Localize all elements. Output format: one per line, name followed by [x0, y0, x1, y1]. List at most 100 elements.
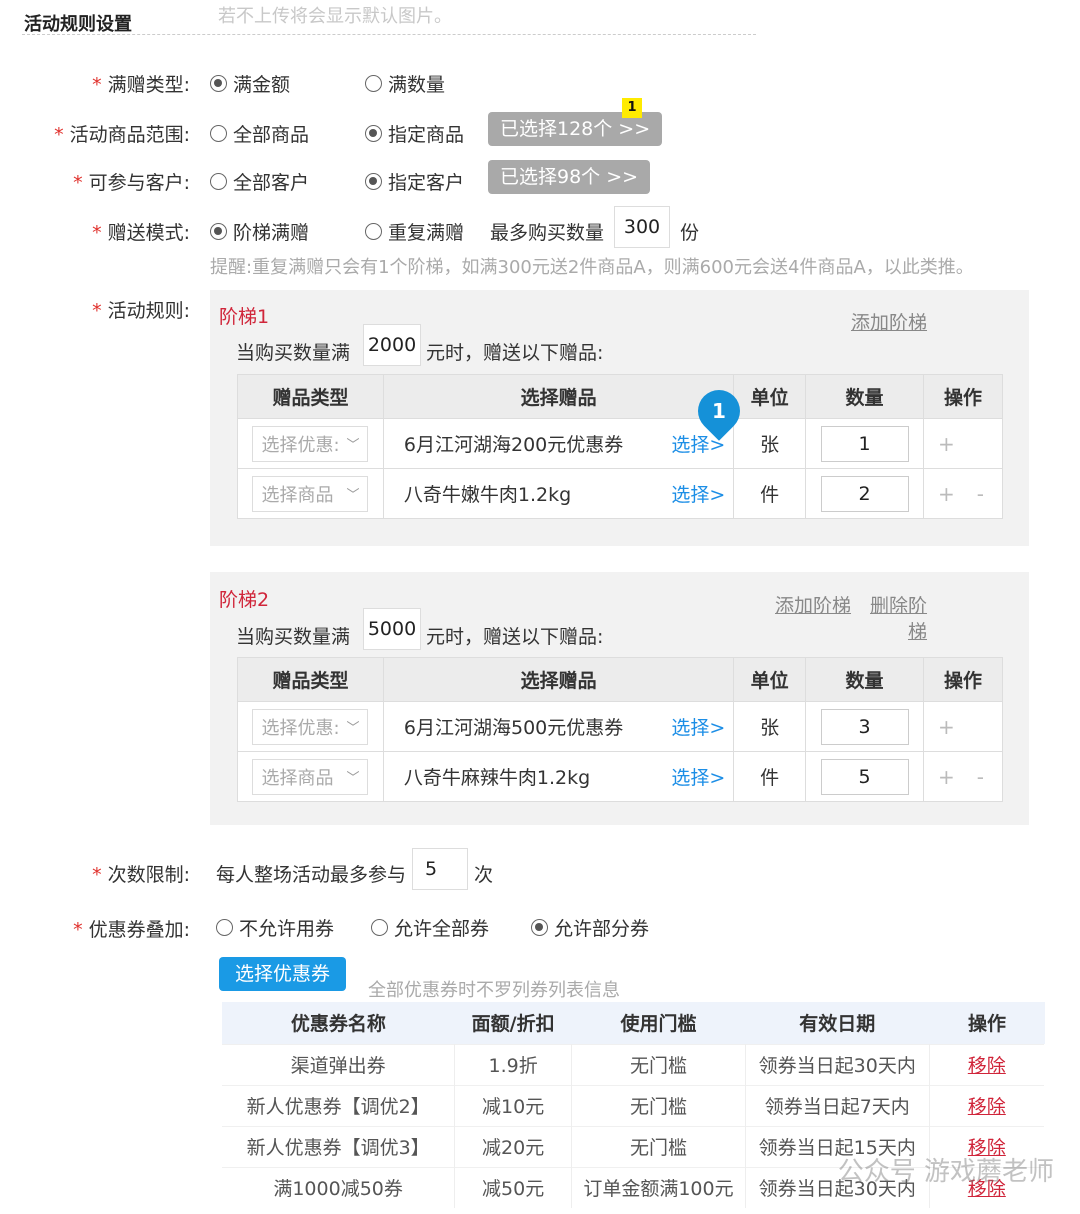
remove-row-icon[interactable]: -: [977, 765, 984, 789]
product-scope-label: * 活动商品范围:: [54, 124, 190, 146]
gift-name: 八奇牛嫩牛肉1.2kg: [403, 484, 572, 506]
col-coupon-threshold: 使用门槛: [571, 1002, 746, 1044]
col-ops: 操作: [923, 657, 1003, 702]
gift-table: 赠品类型 选择赠品 单位 数量 操作 选择优惠: ﹀ 6月江河湖海200元优惠券选…: [237, 374, 1003, 519]
choose-gift-link[interactable]: 选择>: [671, 713, 725, 740]
gift-table: 赠品类型 选择赠品 单位 数量 操作 选择优惠: ﹀ 6月江河湖海500元优惠券选…: [237, 657, 1003, 802]
radio-dot: [371, 919, 388, 936]
delete-tier-link[interactable]: 删除阶: [870, 591, 927, 618]
limit-input[interactable]: 5: [412, 848, 468, 890]
add-tier-link[interactable]: 添加阶梯: [851, 308, 927, 335]
tier-name: 阶梯1: [219, 306, 270, 328]
radio-all-products[interactable]: 全部商品: [210, 120, 309, 147]
gift-type-select[interactable]: 选择优惠: ﹀: [252, 425, 369, 462]
chevron-down-icon: ﹀: [346, 771, 360, 786]
add-row-icon[interactable]: +: [938, 765, 955, 789]
coupon-hint: 全部优惠券时不罗列券列表信息: [368, 980, 620, 1001]
rules-label: * 活动规则:: [92, 300, 190, 322]
remove-row-icon[interactable]: -: [977, 482, 984, 506]
gift-mode-tip: 提醒:重复满赠只会有1个阶梯，如满300元送2件商品A，则满600元会送4件商品…: [210, 257, 974, 278]
radio-gift-type-amount[interactable]: 满金额: [210, 70, 290, 97]
remove-coupon-link[interactable]: 移除: [968, 1055, 1006, 1077]
unit-cell: 张: [733, 418, 807, 469]
max-qty-input[interactable]: 300: [614, 206, 670, 248]
gift-type-select[interactable]: 选择商品 ﹀: [252, 475, 369, 512]
table-row: 渠道弹出券 1.9折 无门槛 领券当日起30天内 移除: [222, 1043, 1046, 1085]
col-unit: 单位: [733, 374, 807, 419]
unit-cell: 件: [733, 751, 807, 802]
gift-name: 6月江河湖海500元优惠券: [403, 717, 624, 739]
chevron-down-icon: ﹀: [346, 488, 360, 503]
gift-name: 八奇牛麻辣牛肉1.2kg: [403, 767, 591, 789]
radio-partial-coupons[interactable]: 允许部分券: [531, 914, 649, 941]
tier-name: 阶梯2: [219, 589, 270, 611]
coupon-stack-label: * 优惠券叠加:: [73, 919, 190, 941]
radio-dot: [365, 75, 382, 92]
limit-suffix: 次: [474, 864, 494, 886]
section-title: 活动规则设置: [24, 14, 132, 35]
add-row-icon[interactable]: +: [938, 715, 955, 739]
radio-all-customers[interactable]: 全部客户: [210, 168, 309, 195]
add-row-icon[interactable]: +: [938, 432, 955, 456]
limit-prefix: 每人整场活动最多参与: [216, 864, 407, 886]
select-coupon-button[interactable]: 选择优惠券: [219, 957, 347, 991]
col-qty: 数量: [805, 374, 925, 419]
gift-type-select[interactable]: 选择优惠: ﹀: [252, 708, 369, 745]
max-qty-unit: 份: [680, 222, 700, 244]
limit-label: * 次数限制:: [92, 864, 190, 886]
col-coupon-value: 面额/折扣: [454, 1002, 572, 1044]
gift-mode-label: * 赠送模式:: [92, 222, 190, 244]
radio-all-coupons[interactable]: 允许全部券: [371, 914, 489, 941]
tier-condition-prefix: 当购买数量满: [236, 626, 351, 648]
annotation-badge: 1: [622, 98, 642, 118]
table-row: 选择优惠: ﹀ 6月江河湖海200元优惠券 选择> 张 1 +: [237, 418, 1003, 469]
qty-input[interactable]: 1: [820, 425, 909, 462]
qty-input[interactable]: 5: [820, 758, 909, 795]
table-row: 选择商品 ﹀ 八奇牛嫩牛肉1.2kg 选择> 件 2 + -: [237, 468, 1003, 519]
radio-dot: [210, 125, 227, 142]
chevron-down-icon: ﹀: [346, 721, 360, 736]
tier-condition-prefix: 当购买数量满: [236, 342, 351, 364]
faded-hint: 若不上传将会显示默认图片。: [218, 6, 452, 27]
chosen-customers-button[interactable]: 已选择98个 >>: [488, 160, 651, 194]
radio-tier-gift[interactable]: 阶梯满赠: [210, 218, 309, 245]
radio-dot: [216, 919, 233, 936]
col-ops: 操作: [923, 374, 1003, 419]
choose-gift-link[interactable]: 选择>: [671, 480, 725, 507]
radio-dot: [365, 125, 382, 142]
radio-dot: [210, 223, 227, 240]
radio-gift-type-quantity[interactable]: 满数量: [365, 70, 445, 97]
qty-input[interactable]: 3: [820, 708, 909, 745]
col-coupon-name: 优惠券名称: [222, 1002, 455, 1044]
radio-specified-customers[interactable]: 指定客户: [365, 168, 464, 195]
col-choose-gift: 选择赠品: [382, 657, 735, 702]
col-coupon-validity: 有效日期: [745, 1002, 930, 1044]
tier-threshold-input[interactable]: 5000: [363, 608, 421, 650]
section-divider: [22, 34, 756, 35]
radio-specified-products[interactable]: 指定商品: [365, 120, 464, 147]
col-qty: 数量: [805, 657, 925, 702]
delete-tier-link-wrap[interactable]: 梯: [908, 617, 927, 644]
unit-cell: 张: [733, 701, 807, 752]
radio-no-coupon[interactable]: 不允许用券: [216, 914, 334, 941]
remove-coupon-link[interactable]: 移除: [968, 1096, 1006, 1118]
radio-dot: [531, 919, 548, 936]
add-row-icon[interactable]: +: [938, 482, 955, 506]
gift-type-select[interactable]: 选择商品 ﹀: [252, 758, 369, 795]
tier-condition-suffix: 元时，赠送以下赠品:: [426, 342, 604, 364]
gift-type-label: * 满赠类型:: [92, 74, 190, 96]
customers-label: * 可参与客户:: [73, 172, 190, 194]
col-unit: 单位: [733, 657, 807, 702]
col-choose-gift: 选择赠品: [382, 374, 735, 419]
choose-gift-link[interactable]: 选择>: [671, 763, 725, 790]
chevron-down-icon: ﹀: [346, 438, 360, 453]
radio-repeat-gift[interactable]: 重复满赠: [365, 218, 464, 245]
tier-threshold-input[interactable]: 2000: [363, 324, 421, 366]
add-tier-link[interactable]: 添加阶梯: [775, 591, 851, 618]
col-gift-type: 赠品类型: [237, 374, 384, 419]
tier-panel-2: 阶梯2 添加阶梯 删除阶 梯 当购买数量满 5000 元时，赠送以下赠品: 赠品…: [210, 572, 1029, 825]
qty-input[interactable]: 2: [820, 475, 909, 512]
unit-cell: 件: [733, 468, 807, 519]
table-row: 选择优惠: ﹀ 6月江河湖海500元优惠券 选择> 张 3 +: [237, 701, 1003, 752]
max-qty-label: 最多购买数量: [490, 222, 605, 244]
